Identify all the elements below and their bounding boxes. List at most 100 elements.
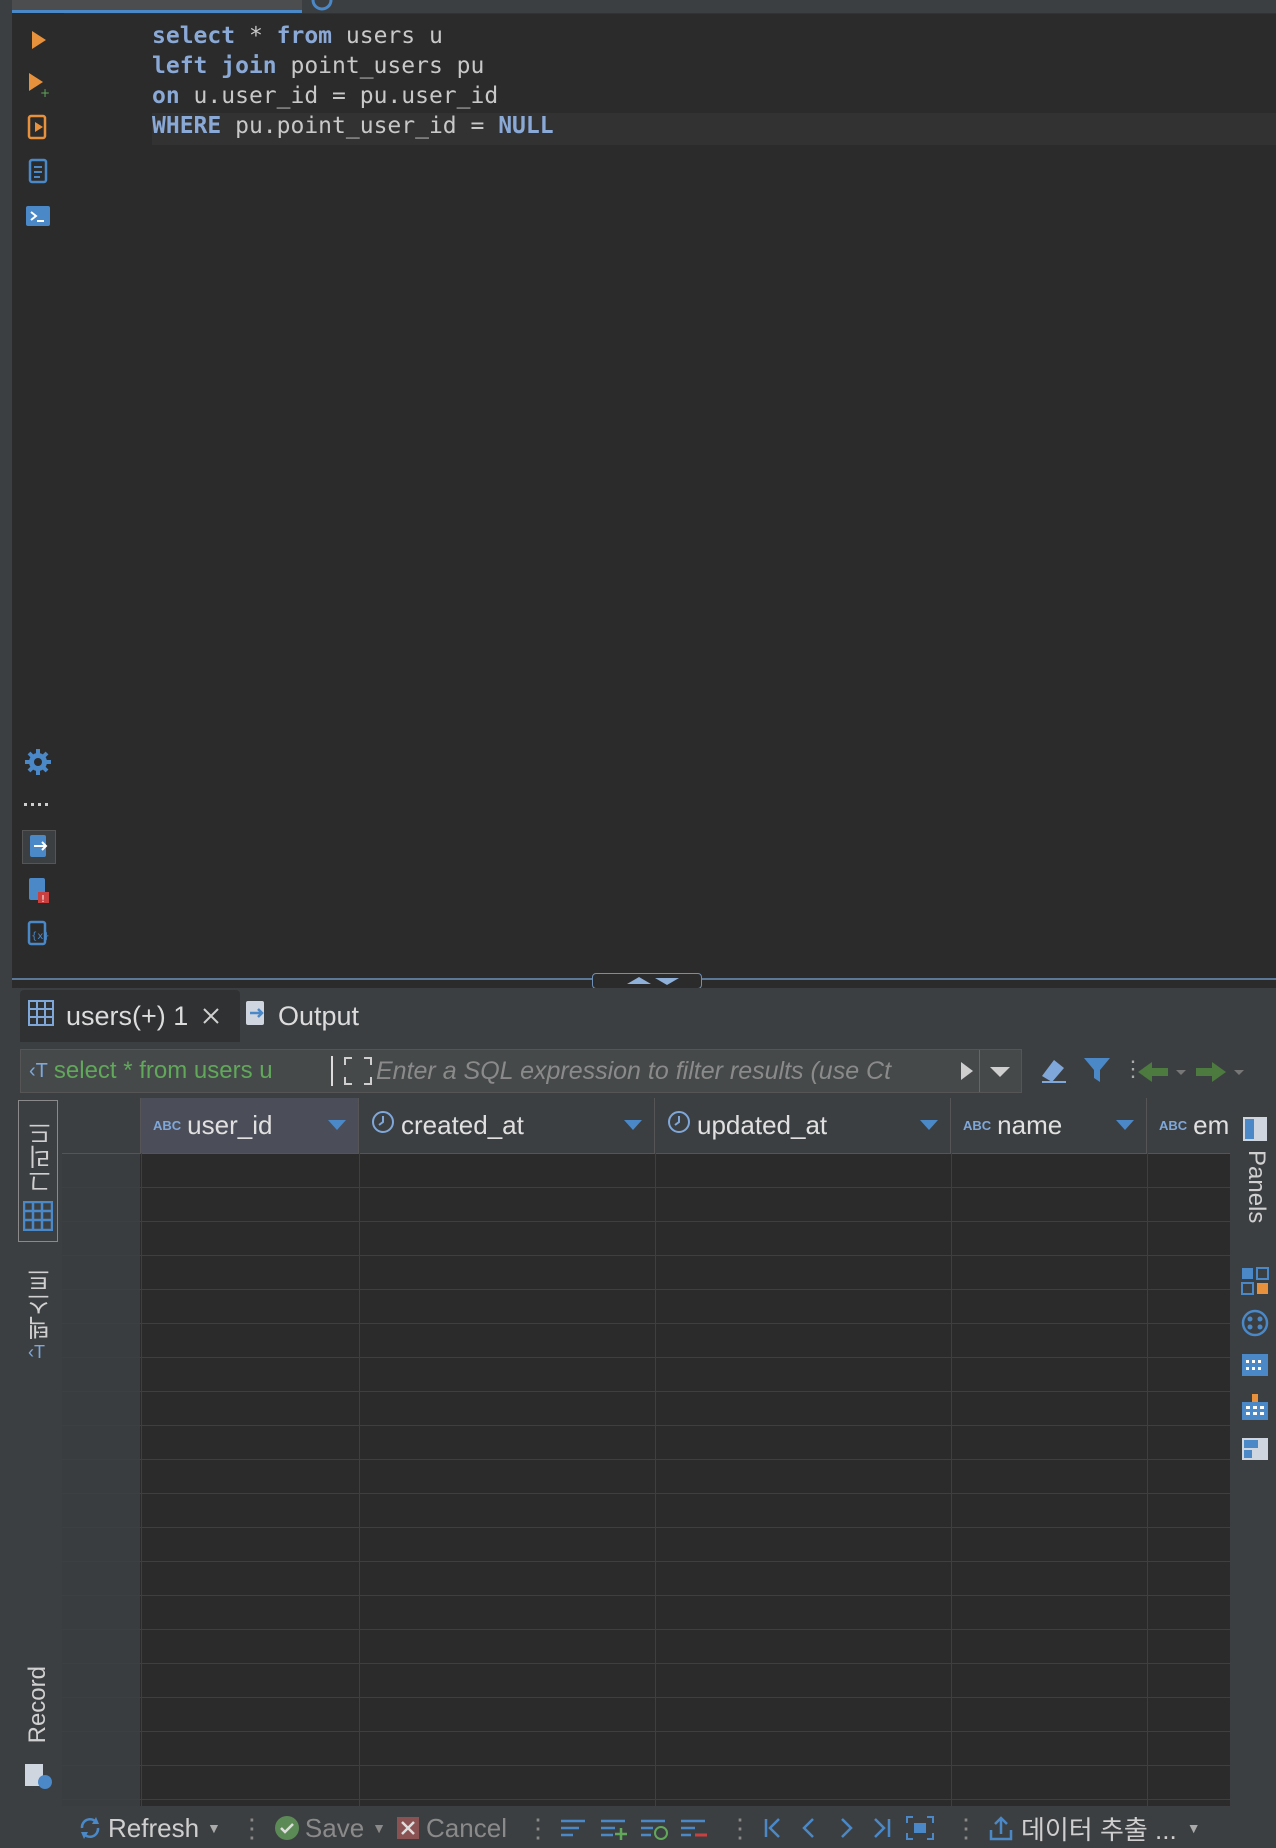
grid-header-row: ABC user_id created_at updated_at ABC name…	[62, 1098, 1230, 1154]
tab-results-users[interactable]: users(+) 1	[20, 990, 240, 1042]
forward-arrow-icon[interactable]	[1196, 1060, 1246, 1089]
grid-column-line	[655, 1153, 656, 1806]
close-tab-icon[interactable]	[202, 1001, 220, 1032]
back-arrow-icon[interactable]	[1138, 1060, 1188, 1089]
aggregate-panel-icon[interactable]	[1240, 1266, 1270, 1296]
copy-row-icon[interactable]	[639, 1816, 669, 1840]
grid-column-line	[141, 1153, 142, 1806]
row-number-column	[62, 1153, 140, 1806]
tab-output[interactable]: Output	[244, 990, 394, 1042]
view-tab-record[interactable]: Record	[18, 1660, 56, 1790]
output-icon[interactable]	[22, 830, 56, 864]
text-cursor	[331, 1056, 333, 1086]
toolbar-separator: ⋮	[952, 1812, 979, 1843]
editor-tab-2[interactable]	[310, 0, 460, 12]
grid-view-icon	[23, 1201, 53, 1231]
editor-tab-active[interactable]	[12, 0, 302, 13]
save-dropdown-icon[interactable]: ▼	[372, 1820, 386, 1836]
previous-page-icon[interactable]	[797, 1816, 823, 1840]
problems-icon[interactable]: !	[22, 874, 54, 906]
editor-line-3: on u.user_id = pu.user_id	[152, 83, 499, 109]
check-circle-icon	[274, 1816, 299, 1840]
last-page-icon[interactable]	[869, 1816, 895, 1840]
sql-editor[interactable]: select * from users u left join point_us…	[64, 13, 1276, 973]
refresh-dropdown-icon[interactable]: ▼	[207, 1820, 221, 1836]
grid-row-line	[62, 1799, 1230, 1800]
editor-line-1: select * from users u	[152, 23, 443, 49]
grid-row-line	[62, 1425, 1230, 1426]
column-menu-dropdown-icon[interactable]	[920, 1120, 938, 1130]
first-page-icon[interactable]	[761, 1816, 787, 1840]
metadata-panel-icon[interactable]	[1240, 1392, 1270, 1422]
apply-filter-arrow-icon[interactable]	[959, 1060, 975, 1087]
references-panel-icon[interactable]	[1240, 1308, 1270, 1338]
view-tab-grid[interactable]: 그리드	[18, 1100, 58, 1242]
variables-icon[interactable]: {x}	[22, 918, 54, 950]
refresh-button[interactable]: Refresh ▼	[76, 1813, 221, 1844]
explain-plan-icon[interactable]	[22, 156, 54, 188]
grid-row-line	[62, 1187, 1230, 1188]
run-statement-new-tab-icon[interactable]: +	[22, 68, 54, 100]
column-header-name[interactable]: ABC name	[951, 1098, 1147, 1153]
results-tabs: users(+) 1 Output	[12, 990, 1276, 1042]
execute-script-icon[interactable]	[22, 112, 54, 144]
filter-expression-input[interactable]: Enter a SQL expression to filter results…	[376, 1050, 956, 1092]
expand-query-icon[interactable]	[343, 1056, 373, 1086]
column-header-user-id[interactable]: ABC user_id	[141, 1098, 359, 1153]
abc-type-icon: ABC	[1159, 1118, 1188, 1133]
edit-row-icon[interactable]	[559, 1816, 589, 1840]
svg-text:{x}: {x}	[31, 931, 50, 942]
row-header-corner[interactable]	[62, 1098, 141, 1153]
grid-row-line	[62, 1357, 1230, 1358]
grid-row-line	[62, 1459, 1230, 1460]
output-document-icon	[244, 999, 268, 1034]
calendar-panel-icon[interactable]	[1240, 1350, 1270, 1380]
column-header-updated-at[interactable]: updated_at	[655, 1098, 951, 1153]
active-query-label[interactable]: ‹T select * from users u	[29, 1050, 344, 1092]
grid-table-icon	[28, 999, 54, 1033]
grid-row-line	[62, 1629, 1230, 1630]
fetch-all-icon[interactable]	[905, 1815, 935, 1841]
grid-row-line	[62, 1663, 1230, 1664]
delete-row-icon[interactable]	[679, 1816, 709, 1840]
grid-row-line	[62, 1731, 1230, 1732]
abc-type-icon: ABC	[153, 1118, 182, 1133]
column-header-email[interactable]: ABC em	[1147, 1098, 1230, 1153]
grid-column-line	[359, 1153, 360, 1806]
column-menu-dropdown-icon[interactable]	[328, 1120, 346, 1130]
grid-row-line	[62, 1697, 1230, 1698]
view-tab-text[interactable]: 텍스트 ‹T	[18, 1262, 56, 1372]
filter-history-dropdown[interactable]	[979, 1050, 1020, 1092]
export-data-button[interactable]: 데이터 추출 ... ▼	[987, 1810, 1201, 1847]
column-menu-dropdown-icon[interactable]	[624, 1120, 642, 1130]
save-button[interactable]: Save ▼	[273, 1813, 386, 1844]
column-menu-dropdown-icon[interactable]	[1116, 1120, 1134, 1130]
value-viewer-panel-icon[interactable]	[1240, 1434, 1270, 1464]
filter-bar: ‹T select * from users u Enter a SQL exp…	[20, 1049, 1022, 1093]
settings-gear-icon[interactable]	[22, 746, 54, 778]
text-view-icon: ‹T	[28, 1342, 45, 1362]
eraser-clear-filter-icon[interactable]	[1038, 1054, 1070, 1091]
grid-row-line	[62, 1391, 1230, 1392]
tab-output-label: Output	[278, 1000, 360, 1031]
cancel-button[interactable]: Cancel	[396, 1813, 507, 1844]
terminal-icon[interactable]	[22, 200, 54, 232]
results-grid[interactable]: ABC user_id created_at updated_at ABC name…	[62, 1098, 1230, 1806]
filter-funnel-icon[interactable]	[1082, 1054, 1112, 1091]
next-page-icon[interactable]	[833, 1816, 859, 1840]
grid-row-line	[62, 1493, 1230, 1494]
results-toolbar: Refresh ▼ ⋮ Save ▼ Cancel ⋮ ⋮ ⋮ 데이터 추출 .…	[62, 1808, 1276, 1848]
refresh-icon	[80, 1817, 100, 1839]
editor-line-2: left join point_users pu	[152, 53, 485, 79]
toolbar-separator: ⋮	[726, 1812, 753, 1843]
tab-results-label: users(+) 1	[66, 1000, 189, 1031]
export-dropdown-icon[interactable]: ▼	[1187, 1820, 1201, 1836]
splitter-toggle-handle[interactable]	[592, 973, 702, 989]
add-row-icon[interactable]	[599, 1816, 629, 1840]
run-statement-icon[interactable]	[22, 24, 54, 56]
column-header-created-at[interactable]: created_at	[359, 1098, 655, 1153]
more-dots-icon[interactable]	[22, 788, 54, 820]
export-upload-icon	[989, 1816, 1013, 1841]
panels-icon[interactable]	[1240, 1114, 1270, 1144]
clock-type-icon	[371, 1110, 395, 1141]
